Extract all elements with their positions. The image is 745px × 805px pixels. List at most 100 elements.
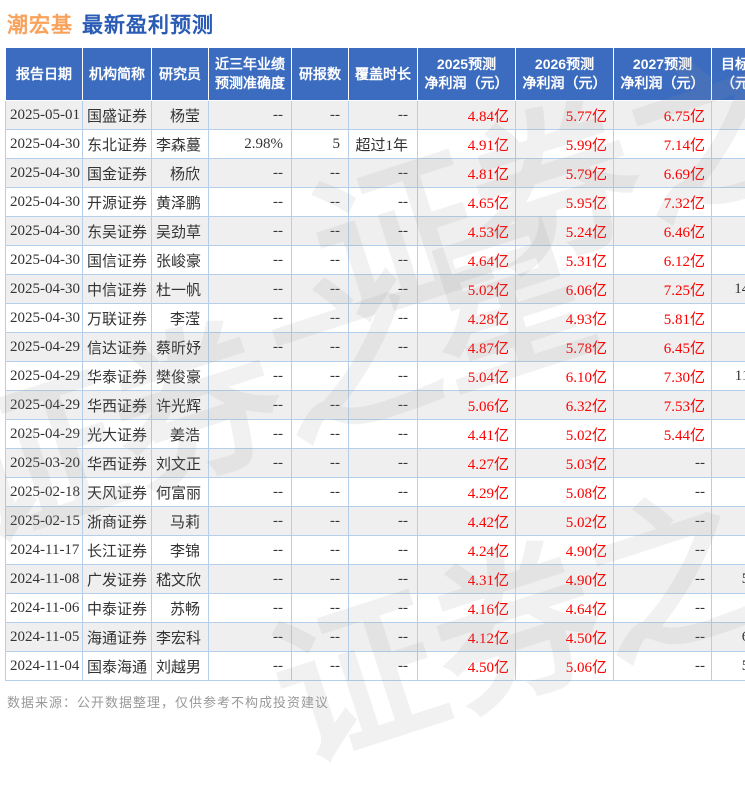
- table-cell: 长江证券: [83, 536, 152, 565]
- table-cell: --: [209, 275, 292, 304]
- table-cell: 2025-04-30: [6, 304, 83, 333]
- table-cell: 4.87亿: [418, 333, 516, 362]
- table-cell: 5.06亿: [418, 391, 516, 420]
- table-cell: --: [292, 362, 349, 391]
- table-cell: 2025-04-29: [6, 420, 83, 449]
- table-cell: --: [712, 391, 745, 420]
- table-cell: 5.02亿: [418, 275, 516, 304]
- table-cell: --: [209, 304, 292, 333]
- table-cell: --: [292, 652, 349, 681]
- table-cell: 海通证券: [83, 623, 152, 652]
- table-cell: 5.77亿: [516, 101, 614, 130]
- table-cell: 刘文正: [152, 449, 209, 478]
- table-cell: 何富丽: [152, 478, 209, 507]
- table-cell: 5.24亿: [516, 217, 614, 246]
- column-header: 覆盖时长: [349, 48, 418, 101]
- table-cell: 6.75亿: [614, 101, 712, 130]
- table-cell: --: [349, 449, 418, 478]
- table-cell: --: [292, 101, 349, 130]
- column-header: 目标价 （元）: [712, 48, 745, 101]
- table-cell: --: [349, 362, 418, 391]
- table-cell: --: [349, 594, 418, 623]
- table-cell: 广发证券: [83, 565, 152, 594]
- table-cell: 万联证券: [83, 304, 152, 333]
- page-title: 潮宏基最新盈利预测: [0, 0, 745, 47]
- column-header: 近三年业绩 预测准确度: [209, 48, 292, 101]
- table-cell: --: [614, 652, 712, 681]
- table-cell: 2025-04-29: [6, 333, 83, 362]
- table-cell: 5.08亿: [516, 478, 614, 507]
- table-cell: 5.02亿: [516, 507, 614, 536]
- table-cell: 2024-11-17: [6, 536, 83, 565]
- table-cell: 5.72: [712, 652, 745, 681]
- table-cell: --: [292, 420, 349, 449]
- table-cell: 东吴证券: [83, 217, 152, 246]
- table-cell: 国金证券: [83, 159, 152, 188]
- table-cell: 光大证券: [83, 420, 152, 449]
- company-name: 潮宏基: [7, 14, 73, 37]
- table-cell: 6.46亿: [614, 217, 712, 246]
- title-text: 最新盈利预测: [82, 14, 214, 37]
- table-cell: 杨欣: [152, 159, 209, 188]
- table-cell: 中泰证券: [83, 594, 152, 623]
- table-cell: --: [209, 478, 292, 507]
- table-row: 2025-04-30国信证券张峻豪------4.64亿5.31亿6.12亿--: [6, 246, 745, 275]
- table-cell: 4.53亿: [418, 217, 516, 246]
- table-row: 2024-11-17长江证券李锦------4.24亿4.90亿----: [6, 536, 745, 565]
- table-cell: 嵇文欣: [152, 565, 209, 594]
- table-cell: --: [712, 478, 745, 507]
- table-cell: 2025-04-30: [6, 217, 83, 246]
- table-cell: --: [209, 507, 292, 536]
- table-cell: 5.02亿: [516, 420, 614, 449]
- table-cell: 4.90亿: [516, 536, 614, 565]
- table-cell: 4.28亿: [418, 304, 516, 333]
- table-cell: --: [349, 420, 418, 449]
- table-cell: 5.31亿: [516, 246, 614, 275]
- table-cell: 2025-03-20: [6, 449, 83, 478]
- table-cell: 4.64亿: [418, 246, 516, 275]
- table-cell: 4.93亿: [516, 304, 614, 333]
- table-row: 2025-04-29信达证券蔡昕妤------4.87亿5.78亿6.45亿--: [6, 333, 745, 362]
- table-cell: 4.29亿: [418, 478, 516, 507]
- table-cell: --: [292, 594, 349, 623]
- table-cell: 5.44亿: [614, 420, 712, 449]
- table-cell: 5.78亿: [516, 333, 614, 362]
- table-cell: --: [209, 159, 292, 188]
- table-cell: --: [209, 217, 292, 246]
- table-row: 2025-04-30东北证券李森蔓2.98%5超过1年4.91亿5.99亿7.1…: [6, 130, 745, 159]
- table-cell: 4.50亿: [516, 623, 614, 652]
- table-cell: 14.00: [712, 275, 745, 304]
- table-cell: 11.80: [712, 362, 745, 391]
- table-cell: --: [712, 159, 745, 188]
- forecast-table: 报告日期机构简称研究员近三年业绩 预测准确度研报数覆盖时长2025预测 净利润（…: [5, 47, 745, 681]
- table-row: 2025-04-30万联证券李滢------4.28亿4.93亿5.81亿--: [6, 304, 745, 333]
- table-cell: --: [292, 391, 349, 420]
- table-cell: 7.25亿: [614, 275, 712, 304]
- table-cell: 6.69亿: [614, 159, 712, 188]
- table-row: 2025-04-29光大证券姜浩------4.41亿5.02亿5.44亿--: [6, 420, 745, 449]
- table-cell: 2025-02-15: [6, 507, 83, 536]
- table-cell: --: [712, 333, 745, 362]
- table-cell: --: [614, 478, 712, 507]
- table-cell: 刘越男: [152, 652, 209, 681]
- table-cell: 7.32亿: [614, 188, 712, 217]
- table-cell: 2025-04-30: [6, 275, 83, 304]
- table-row: 2024-11-06中泰证券苏畅------4.16亿4.64亿----: [6, 594, 745, 623]
- table-cell: 苏畅: [152, 594, 209, 623]
- table-cell: --: [209, 594, 292, 623]
- table-cell: --: [292, 565, 349, 594]
- table-cell: 4.91亿: [418, 130, 516, 159]
- table-cell: 华泰证券: [83, 362, 152, 391]
- table-cell: 2025-04-30: [6, 246, 83, 275]
- table-cell: 李森蔓: [152, 130, 209, 159]
- table-cell: 东北证券: [83, 130, 152, 159]
- table-cell: 5.03亿: [516, 449, 614, 478]
- table-cell: 2025-05-01: [6, 101, 83, 130]
- table-cell: 4.42亿: [418, 507, 516, 536]
- table-cell: --: [712, 420, 745, 449]
- table-cell: 5.79亿: [516, 159, 614, 188]
- table-cell: 2025-04-30: [6, 188, 83, 217]
- table-cell: 6.06亿: [516, 275, 614, 304]
- table-cell: --: [614, 623, 712, 652]
- table-row: 2025-04-30中信证券杜一帆------5.02亿6.06亿7.25亿14…: [6, 275, 745, 304]
